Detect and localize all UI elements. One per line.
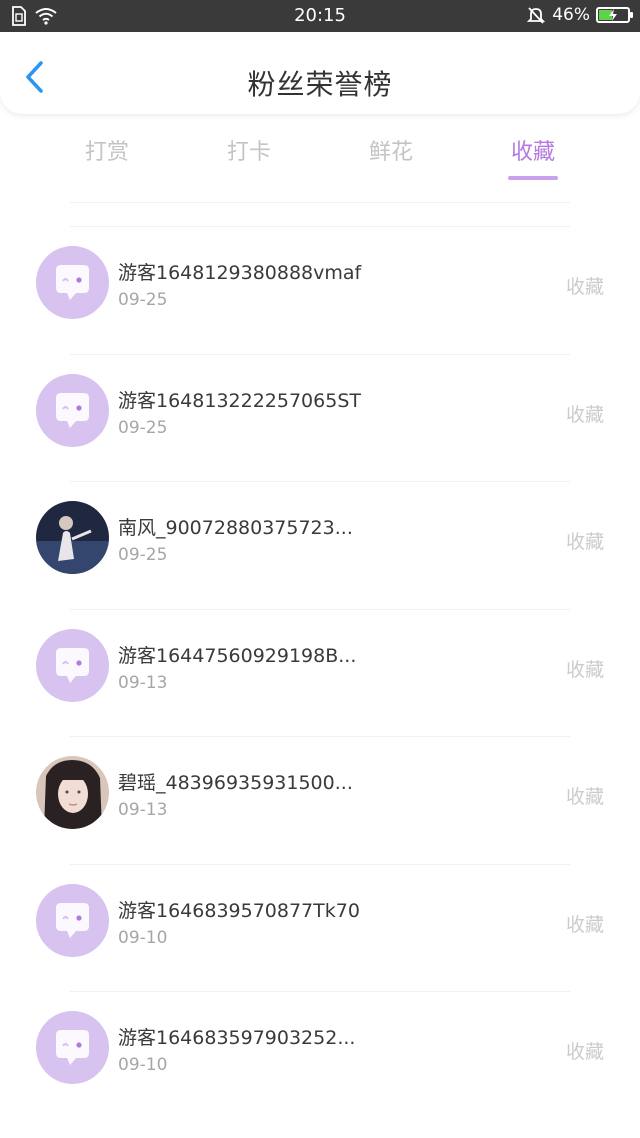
user-date: 09-13 xyxy=(118,672,168,693)
row-action-label: 收藏 xyxy=(565,403,604,426)
tab-dashang[interactable]: 打赏 xyxy=(57,134,157,166)
list-item[interactable]: 游客164813222257065ST 09-25 收藏 xyxy=(0,353,640,482)
list-item[interactable]: 游客164683597903252... 09-10 收藏 xyxy=(0,991,640,1119)
default-avatar[interactable] xyxy=(36,373,109,447)
tabs-divider xyxy=(70,202,570,203)
user-date: 09-25 xyxy=(118,417,168,438)
list-item[interactable]: 游客1646839570877Tk70 09-10 收藏 xyxy=(0,863,640,992)
app-header: 粉丝荣誉榜 xyxy=(0,32,640,114)
chat-bubble-icon xyxy=(56,392,89,428)
charging-bolt-icon xyxy=(609,9,617,21)
row-divider xyxy=(70,991,570,992)
user-photo-icon xyxy=(36,756,109,829)
row-action-label: 收藏 xyxy=(565,1041,604,1063)
chat-bubble-icon xyxy=(56,647,89,683)
list-item[interactable]: 南风_90072880375723... 09-25 收藏 xyxy=(0,481,640,609)
default-avatar[interactable] xyxy=(36,1011,109,1084)
photo-avatar-dark[interactable] xyxy=(36,501,109,574)
bell-muted-icon xyxy=(527,7,546,24)
row-action-label: 收藏 xyxy=(565,658,604,681)
tab-shoucang-label: 收藏 xyxy=(510,140,555,165)
user-date: 09-13 xyxy=(118,800,168,820)
default-avatar[interactable] xyxy=(36,246,109,319)
user-date: 09-25 xyxy=(118,545,168,565)
row-divider xyxy=(70,481,570,482)
default-avatar[interactable] xyxy=(36,883,109,957)
chat-bubble-icon xyxy=(56,1030,89,1065)
chat-bubble-icon xyxy=(56,902,89,938)
status-bar: 20:15 46% xyxy=(0,0,640,32)
fan-list: 游客1648129380888vmaf 09-25 收藏 游客164813222… xyxy=(0,226,640,1119)
row-action-label: 收藏 xyxy=(565,276,604,298)
user-name: 游客164813222257065ST xyxy=(118,389,361,412)
row-divider xyxy=(70,353,570,355)
list-item[interactable]: 游客16447560929198B... 09-13 收藏 xyxy=(0,608,640,737)
battery-icon xyxy=(596,7,633,23)
user-name: 碧瑶_48396935931500... xyxy=(118,772,353,794)
row-divider xyxy=(70,608,570,610)
default-avatar[interactable] xyxy=(36,628,109,702)
status-right: 46% xyxy=(526,5,633,25)
active-tab-indicator xyxy=(508,176,558,180)
row-divider xyxy=(70,226,570,227)
row-action-label: 收藏 xyxy=(565,786,604,808)
list-item[interactable]: 碧瑶_48396935931500... 09-13 收藏 xyxy=(0,736,640,864)
user-date: 09-10 xyxy=(118,1055,168,1075)
list-item[interactable]: 游客1648129380888vmaf 09-25 收藏 xyxy=(0,226,640,354)
user-name: 游客164683597903252... xyxy=(118,1027,356,1049)
photo-avatar-light[interactable] xyxy=(36,756,109,829)
user-name: 游客1648129380888vmaf xyxy=(118,262,362,284)
tab-xianhua[interactable]: 鲜花 xyxy=(341,134,441,166)
tab-bar: 打赏 打卡 鲜花 收藏 xyxy=(0,134,640,190)
user-date: 09-10 xyxy=(118,927,168,948)
battery-percent: 46% xyxy=(552,5,590,25)
row-action-label: 收藏 xyxy=(565,913,604,936)
row-action-label: 收藏 xyxy=(565,531,604,553)
user-date: 09-25 xyxy=(118,290,168,310)
user-name: 南风_90072880375723... xyxy=(118,517,353,539)
user-photo-icon xyxy=(36,501,109,574)
row-divider xyxy=(70,736,570,737)
row-divider xyxy=(70,863,570,865)
chat-bubble-icon xyxy=(56,265,89,300)
user-name: 游客16447560929198B... xyxy=(118,644,357,667)
tab-shoucang[interactable]: 收藏 xyxy=(483,134,583,180)
tab-daka[interactable]: 打卡 xyxy=(199,134,299,166)
page-title: 粉丝荣誉榜 xyxy=(247,68,393,101)
user-name: 游客1646839570877Tk70 xyxy=(118,899,360,922)
